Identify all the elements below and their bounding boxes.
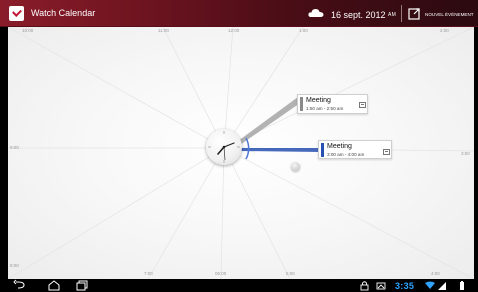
action-bar: Watch Calendar 16 sept. 2012 AM NOUVEL É… xyxy=(0,0,478,27)
system-bar: 3:35 xyxy=(0,279,478,292)
tick-label: 4:00 xyxy=(431,271,440,276)
battery-icon xyxy=(460,281,464,290)
calendar-icon[interactable] xyxy=(383,149,390,155)
date-selector[interactable]: 16 sept. 2012 xyxy=(331,10,386,20)
event-time: 3:00 am - 4:00 am xyxy=(327,152,365,157)
tick-label: 8:00 xyxy=(10,263,19,268)
calendar-icon[interactable] xyxy=(359,102,366,108)
tick-label: 06:00 xyxy=(215,271,227,276)
event-color-bar xyxy=(300,97,303,111)
wifi-icon xyxy=(425,281,435,289)
event-pointer-grey xyxy=(238,97,300,145)
status-clock: 3:35 xyxy=(395,281,415,291)
tick-label: 11:00 xyxy=(158,28,169,33)
tick-label: 10:00 xyxy=(22,28,34,33)
lock-icon xyxy=(360,281,369,291)
clock-hands xyxy=(208,131,240,163)
back-icon[interactable] xyxy=(13,279,25,289)
event-card[interactable]: Meeting 3:00 am - 4:00 am xyxy=(318,140,392,159)
calendar-check-icon[interactable] xyxy=(9,6,24,21)
divider xyxy=(401,5,402,22)
event-title: Meeting xyxy=(306,97,331,104)
tick-label: 3:00 xyxy=(461,151,470,156)
image-icon xyxy=(376,282,386,290)
tick-label: 12:00 xyxy=(228,28,240,33)
new-event-icon[interactable] xyxy=(408,7,421,20)
home-icon[interactable] xyxy=(48,280,60,291)
event-title: Meeting xyxy=(327,143,352,150)
cloud-icon xyxy=(308,9,324,17)
new-event-button[interactable]: NOUVEL ÉVÉNEMENT xyxy=(425,12,474,17)
recent-apps-icon[interactable] xyxy=(76,280,88,291)
event-pointer-blue xyxy=(240,148,320,152)
ampm-toggle[interactable]: AM xyxy=(388,12,396,18)
tick-label: 7:00 xyxy=(144,271,153,276)
tick-label: 9:00 xyxy=(10,145,19,150)
event-card[interactable]: Meeting 1:50 am - 2:50 am xyxy=(297,94,368,114)
tick-label: 2:00 xyxy=(440,28,449,33)
drag-handle[interactable] xyxy=(291,162,300,171)
event-time: 1:50 am - 2:50 am xyxy=(306,106,344,111)
tick-label: 1:00 xyxy=(299,28,308,33)
event-color-bar xyxy=(321,143,324,157)
app-title: Watch Calendar xyxy=(31,8,96,18)
signal-icon xyxy=(438,282,446,290)
tick-label: 5:00 xyxy=(286,271,295,276)
analog-clock[interactable] xyxy=(206,129,242,165)
